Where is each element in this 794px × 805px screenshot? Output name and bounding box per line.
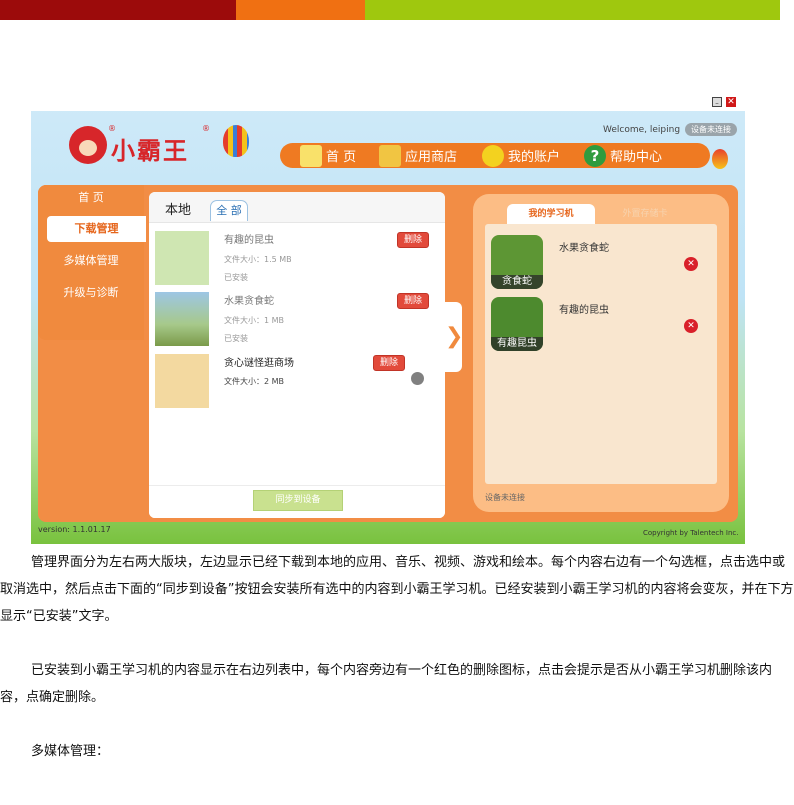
delete-icon[interactable]: ✕	[684, 319, 698, 333]
list-item: 有趣的昆虫 文件大小：1.5 MB 已安装 删除	[149, 229, 445, 291]
house-icon	[300, 144, 322, 167]
nav-help-center[interactable]: ? 帮助中心	[584, 143, 662, 168]
question-mark-icon: ?	[584, 144, 606, 167]
paragraph-1-text: 管理界面分为左右两大版块，左边显示已经下载到本地的应用、音乐、视频、游戏和绘本。…	[0, 555, 794, 624]
local-panel-footer: 同步到设备	[149, 485, 445, 518]
nav-app-store[interactable]: 应用商店	[379, 143, 457, 168]
delete-icon[interactable]: ✕	[684, 257, 698, 271]
delete-button[interactable]: 删除	[397, 232, 429, 248]
app-icon-caption: 有趣昆虫	[491, 337, 543, 351]
paragraph-2-text: 已安装到小霸王学习机的内容显示在右边列表中，每个内容旁边有一个红色的删除图标，点…	[0, 663, 773, 705]
sidebar-item-multimedia-management[interactable]: 多媒体管理	[38, 248, 144, 274]
smiley-face-icon	[482, 144, 504, 167]
insect-game-thumbnail	[155, 231, 209, 285]
small-balloon-icon	[712, 149, 728, 169]
app-logo: 小霸王	[111, 137, 189, 165]
list-item: 有趣昆虫 有趣的昆虫 ✕	[485, 286, 717, 351]
list-item: 贪食蛇 水果贪食蛇 ✕	[485, 224, 717, 289]
registered-mark: ®	[108, 124, 116, 133]
item-name: 贪心谜怪逛商场	[224, 358, 294, 369]
paragraph-1: 管理界面分为左右两大版块，左边显示已经下载到本地的应用、音乐、视频、游戏和绘本。…	[0, 549, 794, 630]
hot-air-balloon-icon	[223, 125, 249, 157]
item-name: 水果贪食蛇	[224, 296, 274, 307]
shopping-game-thumbnail	[155, 354, 209, 408]
nav-my-account-label: 我的账户	[508, 150, 561, 165]
section-heading-multimedia: 多媒体管理：	[0, 738, 794, 765]
nav-app-store-label: 应用商店	[405, 150, 458, 165]
delete-button[interactable]: 删除	[373, 355, 405, 371]
item-size: 文件大小：1 MB	[224, 316, 285, 325]
copyright-text: Copyright by Talentech Inc.	[643, 529, 739, 537]
section-heading-text: 多媒体管理：	[31, 744, 110, 759]
nav-my-account[interactable]: 我的账户	[482, 143, 560, 168]
app-window: – ✕ 小霸王 ® ® Welcome, leiping 设备未连接 首 页 应…	[31, 93, 745, 544]
nav-home[interactable]: 首 页	[300, 143, 356, 168]
local-content-panel: 本地 全 部 有趣的昆虫 文件大小：1.5 MB 已安装 删除 水果贪食蛇 文件…	[149, 192, 445, 518]
sync-to-device-button[interactable]: 同步到设备	[253, 490, 343, 511]
tab-all[interactable]: 全 部	[210, 200, 248, 221]
header-band-orange	[236, 0, 365, 20]
connection-status-badge: 设备未连接	[685, 123, 737, 136]
item-size: 文件大小：2 MB	[224, 377, 285, 386]
minimize-icon[interactable]: –	[712, 97, 722, 107]
nav-help-center-label: 帮助中心	[610, 150, 663, 165]
device-content-panel: 我的学习机 外置存储卡 贪食蛇 水果贪食蛇 ✕ 有趣昆虫 有趣的昆虫 ✕ 设备未…	[473, 194, 729, 512]
tab-my-learning-device[interactable]: 我的学习机	[507, 204, 595, 224]
top-navigation: 首 页 应用商店 我的账户 ? 帮助中心	[280, 143, 710, 168]
paragraph-2: 已安装到小霸王学习机的内容显示在右边列表中，每个内容旁边有一个红色的删除图标，点…	[0, 657, 794, 711]
list-item: 贪心谜怪逛商场 文件大小：2 MB 删除	[149, 352, 445, 414]
version-text: version: 1.1.01.17	[38, 525, 111, 534]
insect-app-icon: 有趣昆虫	[491, 297, 543, 351]
sidebar-item-home[interactable]: 首 页	[38, 185, 144, 211]
sidebar-item-download-management[interactable]: 下载管理	[47, 216, 146, 242]
gift-box-icon	[379, 144, 401, 167]
chevron-right-icon[interactable]: ❯	[445, 302, 463, 372]
item-name: 有趣的昆虫	[224, 235, 274, 246]
registered-mark-2: ®	[202, 124, 210, 133]
snake-game-thumbnail	[155, 292, 209, 346]
item-status: 已安装	[224, 334, 248, 343]
local-panel-header: 本地 全 部	[149, 192, 445, 223]
item-size: 文件大小：1.5 MB	[224, 255, 292, 264]
sidebar: 首 页 下载管理 多媒体管理 升级与诊断	[38, 185, 146, 340]
item-name: 水果贪食蛇	[559, 243, 609, 254]
item-status: 已安装	[224, 273, 248, 282]
window-titlebar: – ✕	[31, 93, 745, 111]
select-checkbox[interactable]	[411, 372, 424, 385]
close-icon[interactable]: ✕	[726, 97, 736, 107]
tab-external-storage-card[interactable]: 外置存储卡	[605, 204, 685, 224]
device-content-list: 贪食蛇 水果贪食蛇 ✕ 有趣昆虫 有趣的昆虫 ✕	[485, 224, 717, 484]
nav-home-label: 首 页	[326, 150, 357, 165]
list-item: 水果贪食蛇 文件大小：1 MB 已安装 删除	[149, 290, 445, 352]
snake-app-icon: 贪食蛇	[491, 235, 543, 289]
item-name: 有趣的昆虫	[559, 305, 609, 316]
logo-mascot-icon	[69, 126, 107, 164]
delete-button[interactable]: 删除	[397, 293, 429, 309]
welcome-text: Welcome, leiping	[603, 125, 681, 135]
device-status-text: 设备未连接	[485, 493, 525, 502]
header-band-green	[365, 0, 780, 20]
header-band-red	[0, 0, 236, 20]
sidebar-item-upgrade-diagnostics[interactable]: 升级与诊断	[38, 280, 144, 306]
local-title: 本地	[165, 203, 192, 218]
